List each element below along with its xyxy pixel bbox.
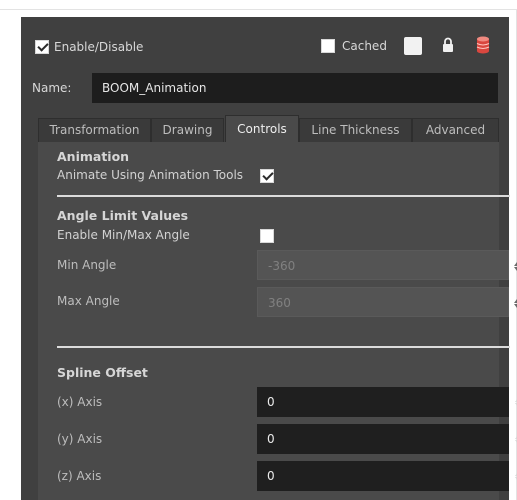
frame-top-border bbox=[0, 9, 517, 10]
enable-disable-label: Enable/Disable bbox=[54, 40, 144, 54]
x-axis-field[interactable]: 0 bbox=[257, 387, 517, 417]
cached-label: Cached bbox=[342, 39, 387, 53]
min-angle-stepper[interactable] bbox=[512, 251, 517, 281]
x-axis-stepper[interactable] bbox=[513, 387, 517, 417]
z-axis-stepper[interactable] bbox=[513, 461, 517, 491]
max-angle-value: 360 bbox=[268, 296, 291, 310]
name-label: Name: bbox=[32, 81, 72, 95]
min-angle-field[interactable]: -360 bbox=[257, 250, 517, 280]
animate-tools-checkbox[interactable] bbox=[260, 169, 274, 183]
database-icon[interactable] bbox=[476, 36, 490, 54]
cached-checkbox[interactable] bbox=[321, 39, 335, 53]
cached-row: Cached bbox=[321, 39, 387, 53]
layer-color-swatch[interactable] bbox=[404, 37, 422, 55]
animate-tools-label: Animate Using Animation Tools bbox=[57, 168, 244, 182]
tab-advanced[interactable]: Advanced bbox=[412, 118, 499, 142]
animation-section-title: Animation bbox=[57, 149, 130, 164]
x-axis-value: 0 bbox=[267, 395, 275, 409]
lock-icon[interactable] bbox=[442, 37, 454, 53]
layer-properties-panel: Enable/Disable Cached Name: BOOM_Animati… bbox=[21, 17, 517, 500]
y-axis-label: (y) Axis bbox=[57, 432, 103, 446]
spline-offset-section-title: Spline Offset bbox=[57, 365, 148, 380]
min-angle-label: Min Angle bbox=[57, 258, 117, 272]
y-axis-field[interactable]: 0 bbox=[257, 424, 517, 454]
controls-tab-content: Animation Animate Using Animation Tools … bbox=[38, 142, 517, 500]
max-angle-label: Max Angle bbox=[57, 294, 120, 308]
x-axis-label: (x) Axis bbox=[57, 395, 103, 409]
max-angle-field[interactable]: 360 bbox=[257, 287, 517, 317]
tab-line-thickness[interactable]: Line Thickness bbox=[299, 118, 412, 142]
z-axis-field[interactable]: 0 bbox=[257, 461, 517, 491]
section-divider bbox=[57, 195, 510, 197]
max-angle-stepper[interactable] bbox=[512, 288, 517, 318]
angle-limit-section-title: Angle Limit Values bbox=[57, 208, 189, 223]
section-divider bbox=[57, 346, 510, 348]
tab-transformation[interactable]: Transformation bbox=[38, 118, 151, 142]
enable-min-max-label: Enable Min/Max Angle bbox=[57, 228, 190, 242]
name-input[interactable]: BOOM_Animation bbox=[92, 73, 498, 103]
z-axis-value: 0 bbox=[267, 469, 275, 483]
tab-controls[interactable]: Controls bbox=[225, 115, 299, 142]
min-angle-value: -360 bbox=[268, 259, 296, 273]
y-axis-stepper[interactable] bbox=[513, 424, 517, 454]
z-axis-label: (z) Axis bbox=[57, 469, 102, 483]
tab-drawing[interactable]: Drawing bbox=[151, 118, 224, 142]
enable-min-max-checkbox[interactable] bbox=[260, 229, 274, 243]
enable-disable-row: Enable/Disable bbox=[35, 39, 143, 55]
y-axis-value: 0 bbox=[267, 432, 275, 446]
enable-disable-checkbox[interactable] bbox=[35, 40, 49, 54]
